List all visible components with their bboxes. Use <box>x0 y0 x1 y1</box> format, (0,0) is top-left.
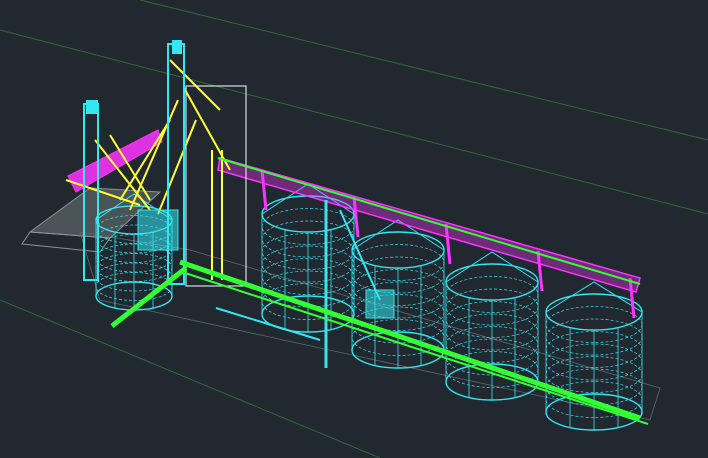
boundary-line <box>0 299 381 458</box>
boundary-line <box>139 0 708 141</box>
boundary-line <box>0 29 708 215</box>
elevator-brace <box>183 87 231 171</box>
bucket-elevator-head <box>172 40 182 54</box>
ground-platform <box>21 187 661 421</box>
intake-gallery <box>67 129 163 193</box>
diagonal-chute <box>339 209 381 301</box>
bucket-elevator-head <box>86 100 98 114</box>
cross-conveyor <box>110 266 188 328</box>
gallery-truss-top <box>217 157 641 293</box>
top-conveyor <box>217 157 641 285</box>
cad-model-viewport[interactable] <box>0 0 708 458</box>
grain-silo-wireframe-drawing <box>0 0 708 458</box>
elevator-tower <box>185 85 247 287</box>
drive-unit <box>137 209 179 251</box>
silo-5 <box>545 281 643 431</box>
drive-unit <box>365 289 395 319</box>
